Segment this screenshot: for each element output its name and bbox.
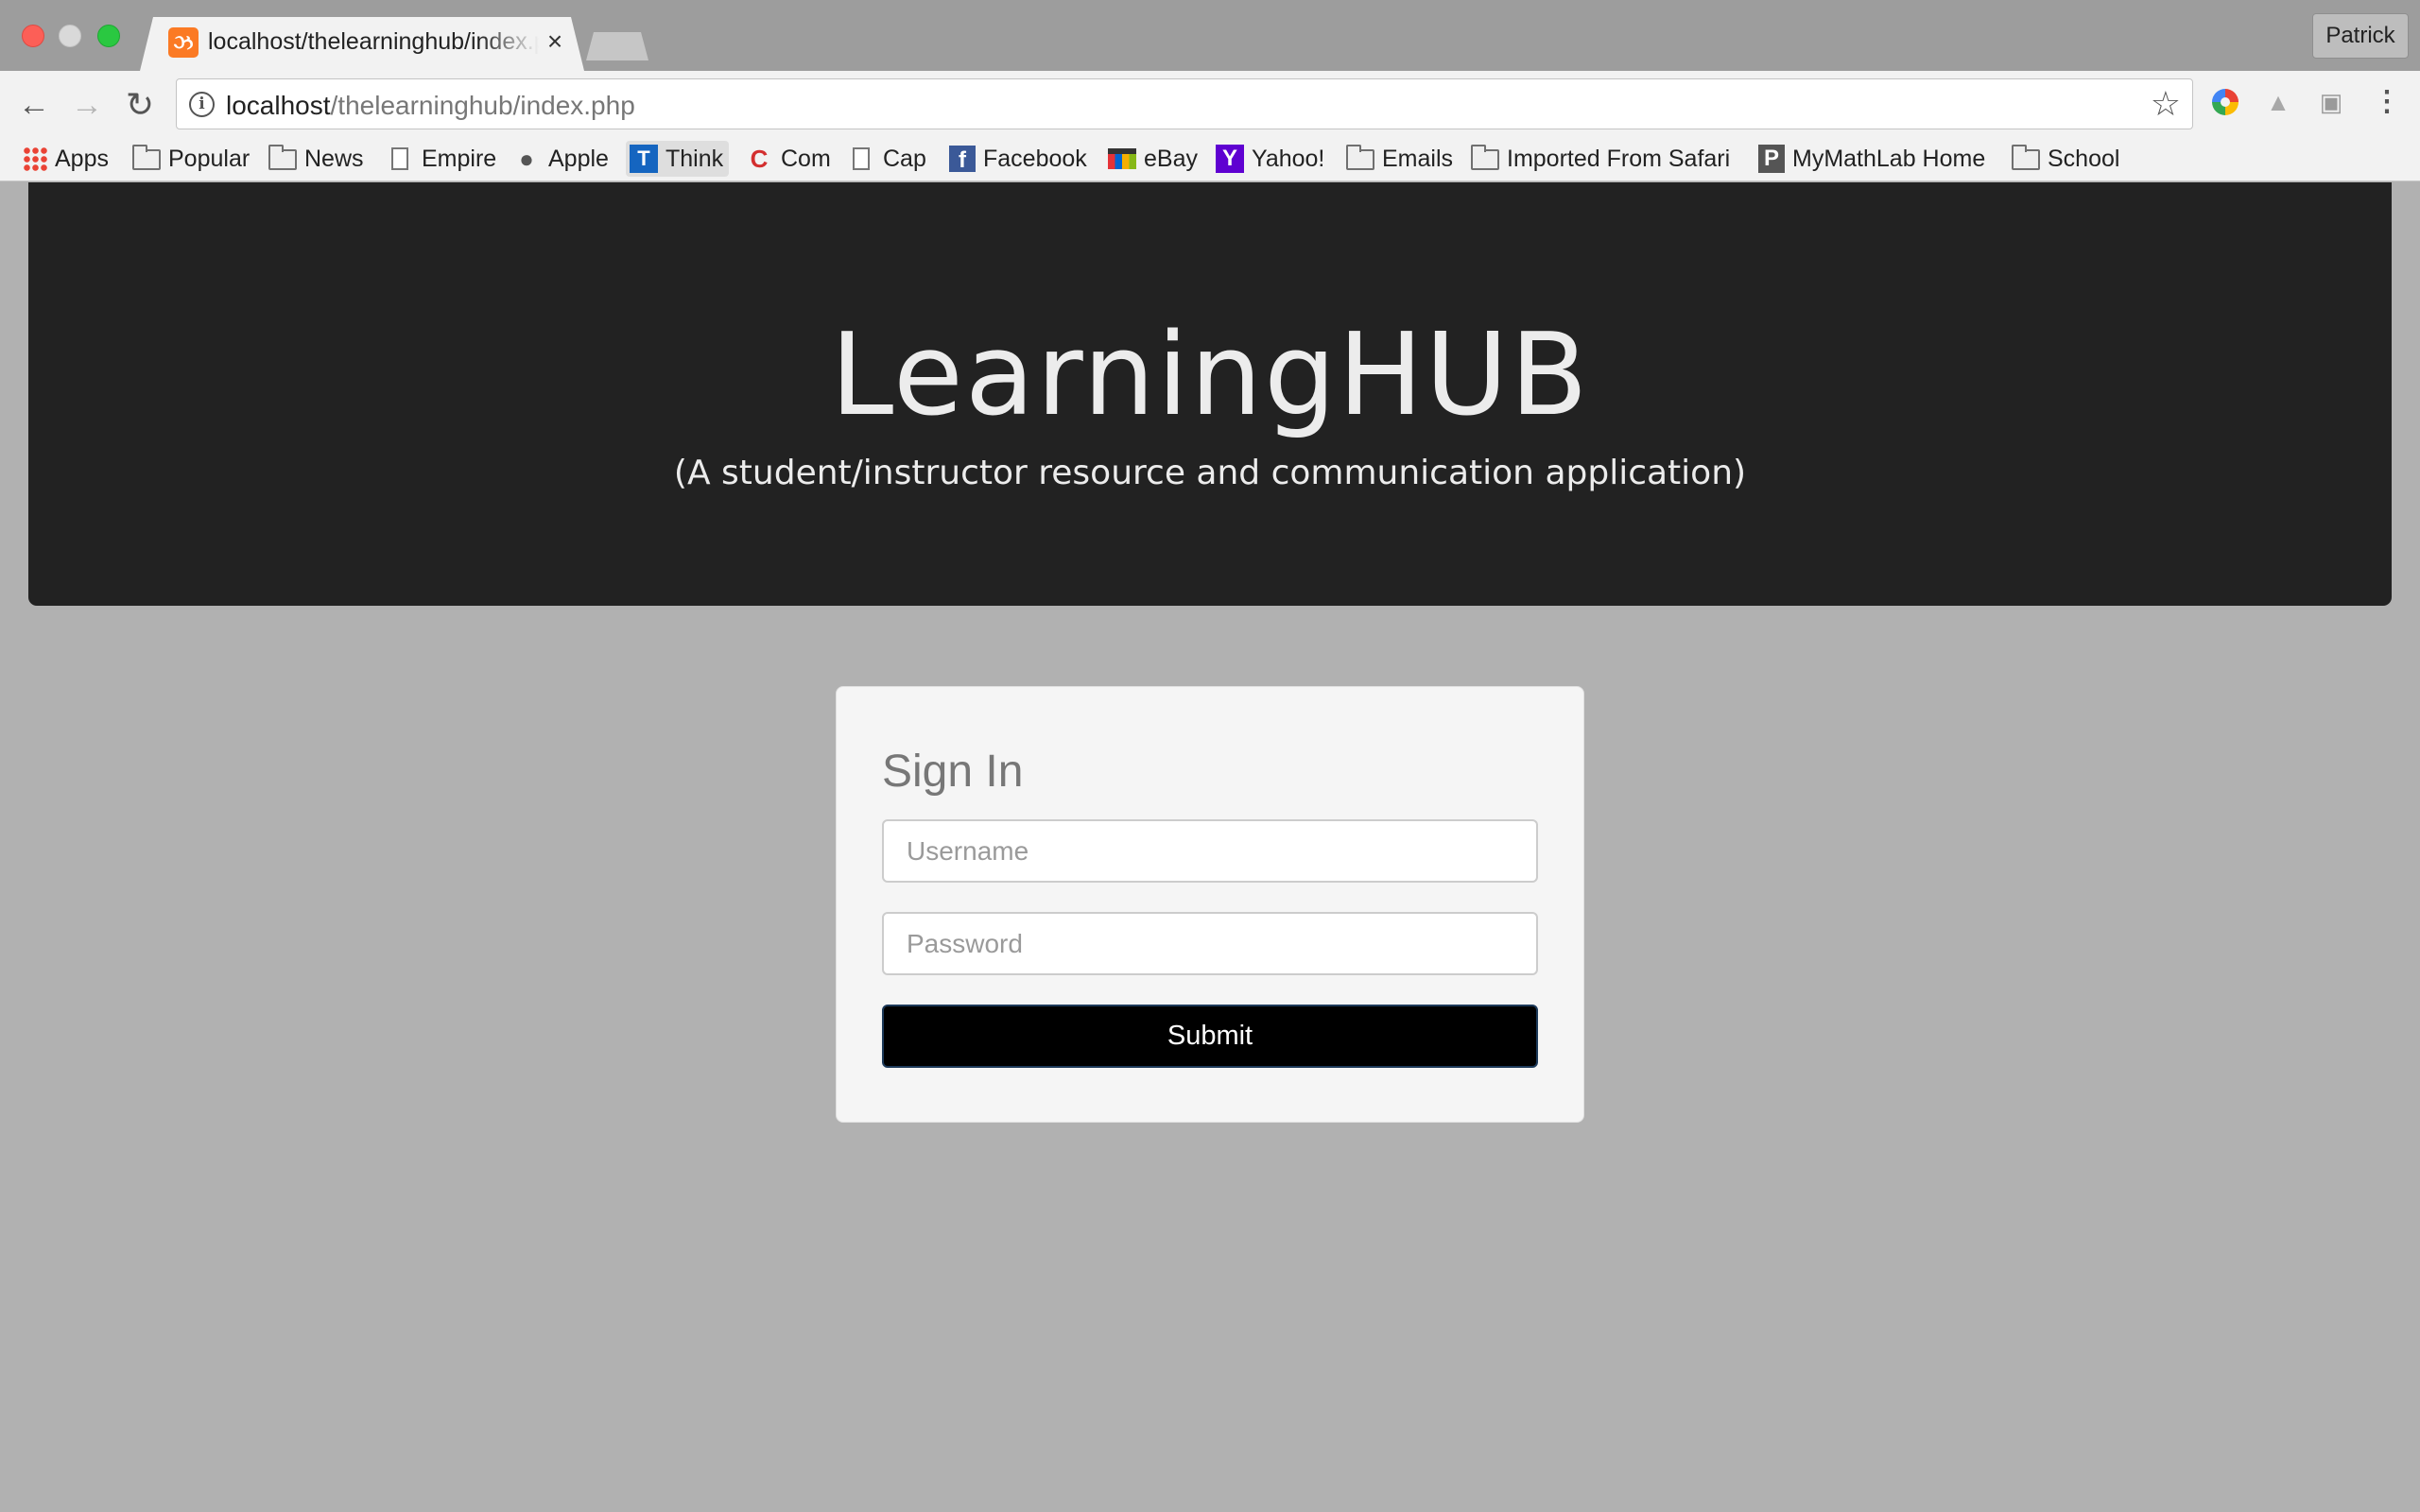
bookmark-label: Com [781, 145, 831, 172]
apple-icon: ● [519, 145, 534, 173]
bookmark-label: News [304, 145, 364, 172]
info-icon[interactable]: i [189, 92, 215, 117]
bookmark-label: School [2048, 145, 2120, 172]
bookmark-label: eBay [1144, 145, 1198, 172]
cast-extension-icon[interactable]: ▣ [2315, 86, 2347, 118]
url-text[interactable]: localhost/thelearninghub/index.php [226, 91, 635, 121]
menu-dots-icon[interactable]: ⋮ [2371, 86, 2403, 118]
bookmark-imported-from-safari[interactable]: Imported From Safari [1471, 141, 1730, 177]
url-host: localhost [226, 91, 331, 120]
ebay-icon [1108, 148, 1136, 169]
new-tab-button[interactable] [586, 32, 648, 60]
folder-icon [268, 145, 297, 170]
url-path: /thelearninghub/index.php [330, 91, 635, 120]
bookmark-apple[interactable]: ● Apple [512, 141, 609, 177]
bookmark-facebook[interactable]: f Facebook [949, 141, 1087, 177]
browser-toolbar: ← → ↻ i localhost/thelearninghub/index.p… [0, 71, 2420, 181]
facebook-icon: f [949, 146, 976, 173]
page-icon [391, 147, 408, 170]
minimize-window-button[interactable] [59, 25, 81, 47]
back-arrow-icon[interactable]: ← [13, 84, 55, 126]
signin-heading: Sign In [882, 747, 1024, 797]
signin-form: Sign In Submit [836, 686, 1584, 1123]
bookmark-com[interactable]: C Com [745, 141, 831, 177]
page-viewport: LearningHUB (A student/instructor resour… [0, 182, 2420, 1512]
bookmark-label: Yahoo! [1252, 145, 1325, 172]
username-input[interactable] [882, 819, 1538, 883]
folder-icon [2012, 145, 2040, 170]
folder-icon [1346, 145, 1374, 170]
hero-banner: LearningHUB (A student/instructor resour… [28, 182, 2392, 606]
drive-extension-icon[interactable]: ▲ [2262, 86, 2294, 118]
bookmark-mymathlab-home[interactable]: P MyMathLab Home [1758, 141, 1985, 177]
color-wheel-extension-icon[interactable] [2212, 89, 2238, 115]
profile-button[interactable]: Patrick [2312, 13, 2409, 59]
bookmark-label: Facebook [983, 145, 1087, 172]
address-bar[interactable]: i localhost/thelearninghub/index.php ☆ [176, 78, 2193, 129]
bookmark-label: Apple [548, 145, 609, 172]
mymathlab-icon: P [1758, 145, 1785, 173]
bookmark-empire[interactable]: Empire [386, 141, 496, 177]
bookmark-label: Emails [1382, 145, 1454, 172]
bookmark-label: Think [666, 145, 724, 172]
tab-strip: ઝ localhost/thelearninghub/index.php × P… [0, 0, 2420, 71]
apps-grid-icon [23, 146, 47, 171]
yahoo-icon: Y [1216, 145, 1244, 173]
bookmark-ebay[interactable]: eBay [1108, 141, 1198, 177]
com-icon: C [750, 145, 769, 173]
close-tab-icon[interactable]: × [541, 25, 569, 59]
tab-title: localhost/thelearninghub/index.php [208, 28, 539, 55]
bookmark-cap[interactable]: Cap [847, 141, 926, 177]
bookmark-news[interactable]: News [268, 141, 364, 177]
bookmark-label: Cap [883, 145, 926, 172]
bookmark-label: Empire [422, 145, 497, 172]
password-input[interactable] [882, 912, 1538, 975]
forward-arrow-icon[interactable]: → [66, 84, 108, 126]
page-icon [853, 147, 870, 170]
xampp-icon: ઝ [168, 27, 199, 58]
browser-tab-active[interactable]: ઝ localhost/thelearninghub/index.php × [140, 17, 584, 71]
bookmark-label: Imported From Safari [1507, 145, 1731, 172]
bookmark-label: MyMathLab Home [1792, 145, 1986, 172]
bookmark-think[interactable]: T Think [626, 141, 730, 177]
submit-button[interactable]: Submit [882, 1005, 1538, 1068]
bookmarks-bar: Apps Popular News Empire ● Apple T Think… [0, 139, 2420, 180]
maximize-window-button[interactable] [97, 25, 120, 47]
bookmark-label: Apps [55, 145, 109, 172]
bookmark-school[interactable]: School [2012, 141, 2119, 177]
bookmark-emails[interactable]: Emails [1346, 141, 1453, 177]
site-subtitle: (A student/instructor resource and commu… [673, 454, 1747, 492]
bookmark-label: Popular [168, 145, 251, 172]
close-window-button[interactable] [22, 25, 44, 47]
reload-icon[interactable]: ↻ [119, 84, 161, 126]
site-title: LearningHUB [830, 310, 1590, 441]
bookmark-apps[interactable]: Apps [23, 141, 109, 177]
think-icon: T [630, 145, 658, 173]
folder-icon [132, 145, 161, 170]
bookmark-popular[interactable]: Popular [132, 141, 250, 177]
bookmark-star-icon[interactable]: ☆ [2151, 85, 2181, 123]
bookmark-yahoo[interactable]: Y Yahoo! [1216, 141, 1324, 177]
folder-icon [1471, 145, 1499, 170]
